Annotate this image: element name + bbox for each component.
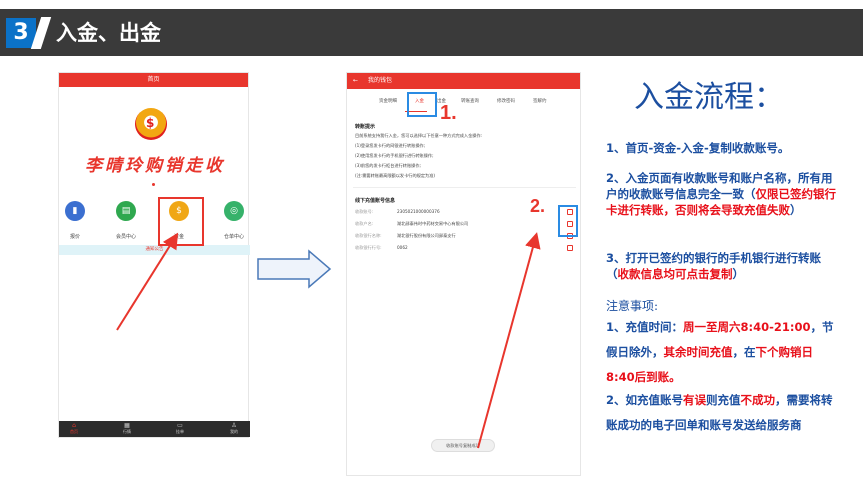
home-title-bar: 首页 bbox=[59, 73, 248, 87]
account-row[interactable]: 收款银行名称: 湖北银行股份有限公司郧泰支行 bbox=[355, 233, 456, 239]
step-2: 2、入金页面有收款账号和账户名称，所有用户的收款账号信息完全一致（仅限已签约银行… bbox=[606, 171, 836, 217]
tab-home[interactable]: ⌂ 首页 bbox=[61, 423, 87, 435]
wallet-title-bar: ← 我的钱包 bbox=[347, 73, 580, 89]
big-right-arrow-icon bbox=[257, 249, 332, 289]
step-marker-1: 1. bbox=[440, 102, 457, 124]
note-2: 2、如充值账号有误则充值不成功，需要将转账成功的电子回单和账号发送给服务商 bbox=[606, 393, 833, 432]
back-arrow-icon[interactable]: ← bbox=[353, 77, 358, 84]
section-header: 3 入金、出金 bbox=[0, 9, 863, 56]
step-marker-2: 2. bbox=[530, 196, 546, 216]
icon-label-member: 会员中心 bbox=[115, 234, 136, 240]
account-row[interactable]: 收款户名: 湖北郧泰伟时中药材交易中心有限公司 bbox=[355, 221, 468, 227]
brand-name: 李晴玲购销走收 bbox=[85, 156, 225, 176]
flow-title: 入金流程： bbox=[634, 80, 784, 115]
transfer-line: 目前系统支持我行入金，您可以选择以下任意一种方式完成入金操作: bbox=[355, 133, 483, 138]
tab-orders[interactable]: ▭ 挂单 bbox=[167, 423, 193, 435]
transfer-line: (3)前您的发卡行柜台进行转账操作; bbox=[355, 163, 421, 168]
note-1: 1、充值时间：周一至周六8:40-21:00，节假日除外，其余时间充值，在下个购… bbox=[606, 320, 834, 384]
icon-label-quote: 报价 bbox=[69, 234, 80, 240]
step-3: 3、打开已签约的银行的手机银行进行转账（收款信息均可点击复制） bbox=[606, 251, 821, 281]
chart-icon[interactable]: ▮ bbox=[65, 201, 85, 221]
transfer-line: (1)登录您发卡行的网银进行转账操作; bbox=[355, 143, 426, 148]
icon-label-warehouse: 仓单中心 bbox=[223, 234, 244, 240]
account-heading: 线下充值账号信息 bbox=[355, 198, 396, 204]
wallet-screenshot: ← 我的钱包 资金明细 入金 出金 转账查询 修改密码 签解约 转账提示 目前系… bbox=[346, 72, 581, 476]
account-row[interactable]: 收款银行行号: 0062 bbox=[355, 245, 408, 251]
tab-transfer-query[interactable]: 转账查询 bbox=[461, 98, 479, 104]
highlight-deposit-tab bbox=[407, 92, 437, 117]
bottom-tabbar: ⌂ 首页 ▦ 行情 ▭ 挂单 ♙ 我的 bbox=[59, 421, 250, 437]
highlight-copy-icons bbox=[558, 205, 578, 237]
wallet-title: 我的钱包 bbox=[367, 77, 392, 84]
slide: 3 入金、出金 首页 $ 李晴玲购销走收 ▮ ▤ $ ◎ 报价 会员中心 资金 … bbox=[0, 0, 863, 483]
notes-title: 注意事项: bbox=[606, 299, 659, 313]
divider bbox=[353, 187, 576, 188]
pager-dot bbox=[152, 183, 155, 186]
highlight-funds-box bbox=[158, 197, 204, 246]
step-1: 1、首页-资金-入金-复制收款账号。 bbox=[606, 141, 790, 155]
home-screenshot: 首页 $ 李晴玲购销走收 ▮ ▤ $ ◎ 报价 会员中心 资金 仓单中心 通知公… bbox=[58, 72, 250, 438]
transfer-heading: 转账提示 bbox=[355, 124, 376, 130]
tab-market[interactable]: ▦ 行情 bbox=[114, 423, 140, 435]
mall-icon[interactable]: ▤ bbox=[116, 201, 136, 221]
tab-fund-detail[interactable]: 资金明细 bbox=[379, 98, 397, 104]
transfer-line: (2)使用您发卡行的手机银行进行转账操作; bbox=[355, 153, 434, 158]
account-row[interactable]: 收款账号: 2305021000000376 bbox=[355, 209, 440, 215]
copy-success-toast: 收款账号复制成功 bbox=[431, 439, 495, 452]
section-title: 入金、出金 bbox=[56, 21, 161, 45]
tab-change-password[interactable]: 修改密码 bbox=[497, 98, 515, 104]
tab-mine[interactable]: ♙ 我的 bbox=[221, 423, 247, 435]
transfer-line: (注:需要转账最高限额以发卡行的规定为准) bbox=[355, 173, 436, 178]
ad-icon[interactable]: ◎ bbox=[224, 201, 244, 221]
wallet-tabs: 资金明细 入金 出金 转账查询 修改密码 签解约 bbox=[375, 98, 575, 108]
notice-bar[interactable]: 通知公告 bbox=[59, 245, 250, 255]
tab-sign[interactable]: 签解约 bbox=[533, 98, 547, 104]
copy-icon[interactable] bbox=[567, 245, 573, 251]
logo-icon: $ bbox=[135, 108, 167, 140]
